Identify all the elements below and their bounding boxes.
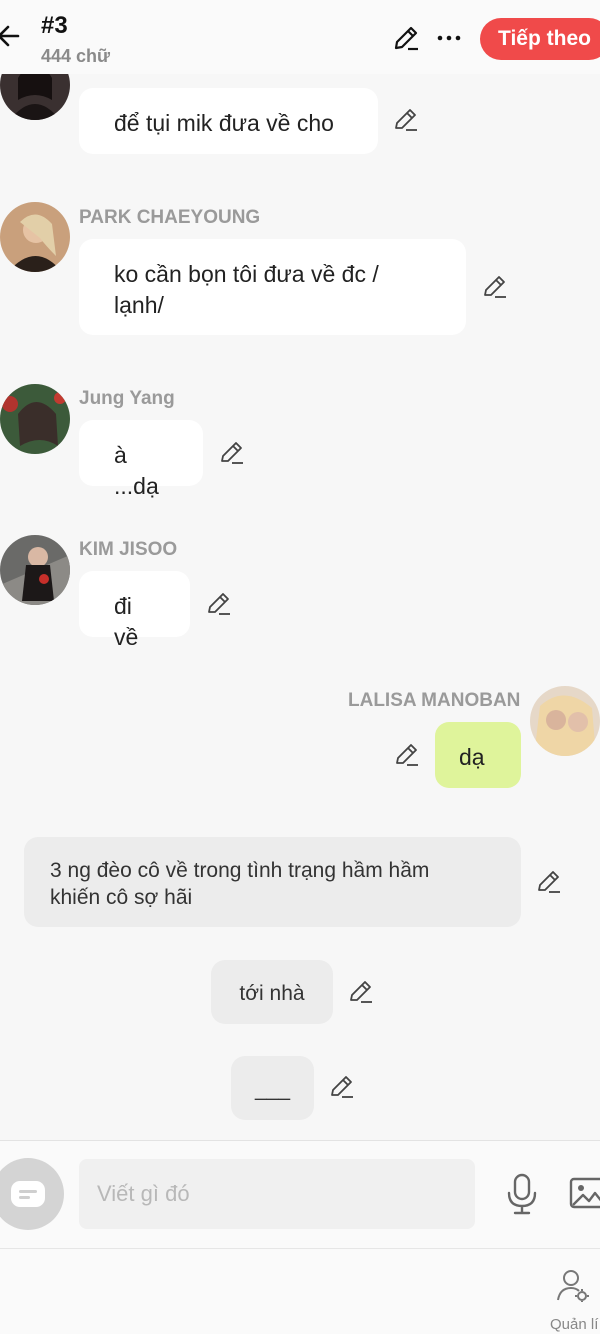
avatar[interactable] bbox=[0, 384, 70, 454]
back-arrow-icon[interactable] bbox=[0, 20, 26, 52]
message-bubble[interactable]: để tụi mik đưa về cho bbox=[79, 88, 378, 154]
word-count: 444 chữ bbox=[41, 46, 111, 66]
message-bubble[interactable]: đi về bbox=[79, 571, 190, 650]
message-input[interactable]: Viết gì đó bbox=[79, 1159, 475, 1229]
speaker-name: LALISA MANOBAN bbox=[348, 690, 521, 711]
edit-pencil-icon[interactable] bbox=[536, 869, 562, 895]
narration-bubble[interactable]: tới nhà bbox=[211, 960, 333, 1024]
speaker-name: Jung Yang bbox=[79, 388, 175, 409]
narration-bubble[interactable]: 3 ng đèo cô về trong tình trạng hầm hầm … bbox=[24, 837, 521, 927]
chat-thread[interactable]: để tụi mik đưa về cho PARK CHAEYOUNG ko … bbox=[0, 74, 600, 1140]
avatar[interactable] bbox=[0, 535, 70, 605]
microphone-icon[interactable] bbox=[505, 1173, 539, 1215]
top-bar: #3 444 chữ Tiếp theo bbox=[0, 0, 600, 74]
edit-pencil-icon[interactable] bbox=[394, 742, 420, 768]
edit-pencil-icon[interactable] bbox=[393, 107, 419, 133]
edit-pencil-icon[interactable] bbox=[206, 591, 232, 617]
my-message-bubble[interactable]: dạ bbox=[435, 722, 521, 788]
manage-characters-icon[interactable] bbox=[556, 1268, 590, 1302]
speaker-name: KIM JISOO bbox=[79, 539, 178, 560]
avatar[interactable] bbox=[530, 686, 600, 756]
next-button[interactable]: Tiếp theo bbox=[480, 18, 600, 60]
edit-pencil-icon[interactable] bbox=[392, 24, 420, 52]
more-options-icon[interactable] bbox=[436, 26, 462, 50]
narration-bubble[interactable]: ___ bbox=[231, 1056, 314, 1120]
message-bubble[interactable]: ko cần bọn tôi đưa về đc / lạnh/ bbox=[79, 239, 466, 335]
character-bar bbox=[0, 1248, 600, 1334]
message-bubble[interactable]: à ...dạ bbox=[79, 420, 203, 499]
edit-pencil-icon[interactable] bbox=[348, 979, 374, 1005]
avatar[interactable] bbox=[0, 202, 70, 272]
speaker-name: PARK CHAEYOUNG bbox=[79, 207, 261, 228]
edit-pencil-icon[interactable] bbox=[219, 440, 245, 466]
edit-pencil-icon[interactable] bbox=[329, 1074, 355, 1100]
story-title: #3 bbox=[41, 12, 68, 39]
manage-label[interactable]: Quản lí bbox=[550, 1316, 598, 1333]
chat-bubble-icon bbox=[11, 1181, 45, 1207]
composer-bar: Viết gì đó bbox=[0, 1140, 600, 1248]
avatar[interactable] bbox=[0, 74, 70, 120]
image-icon[interactable] bbox=[569, 1175, 600, 1211]
edit-pencil-icon[interactable] bbox=[482, 274, 508, 300]
chat-mode-toggle[interactable] bbox=[0, 1158, 64, 1230]
